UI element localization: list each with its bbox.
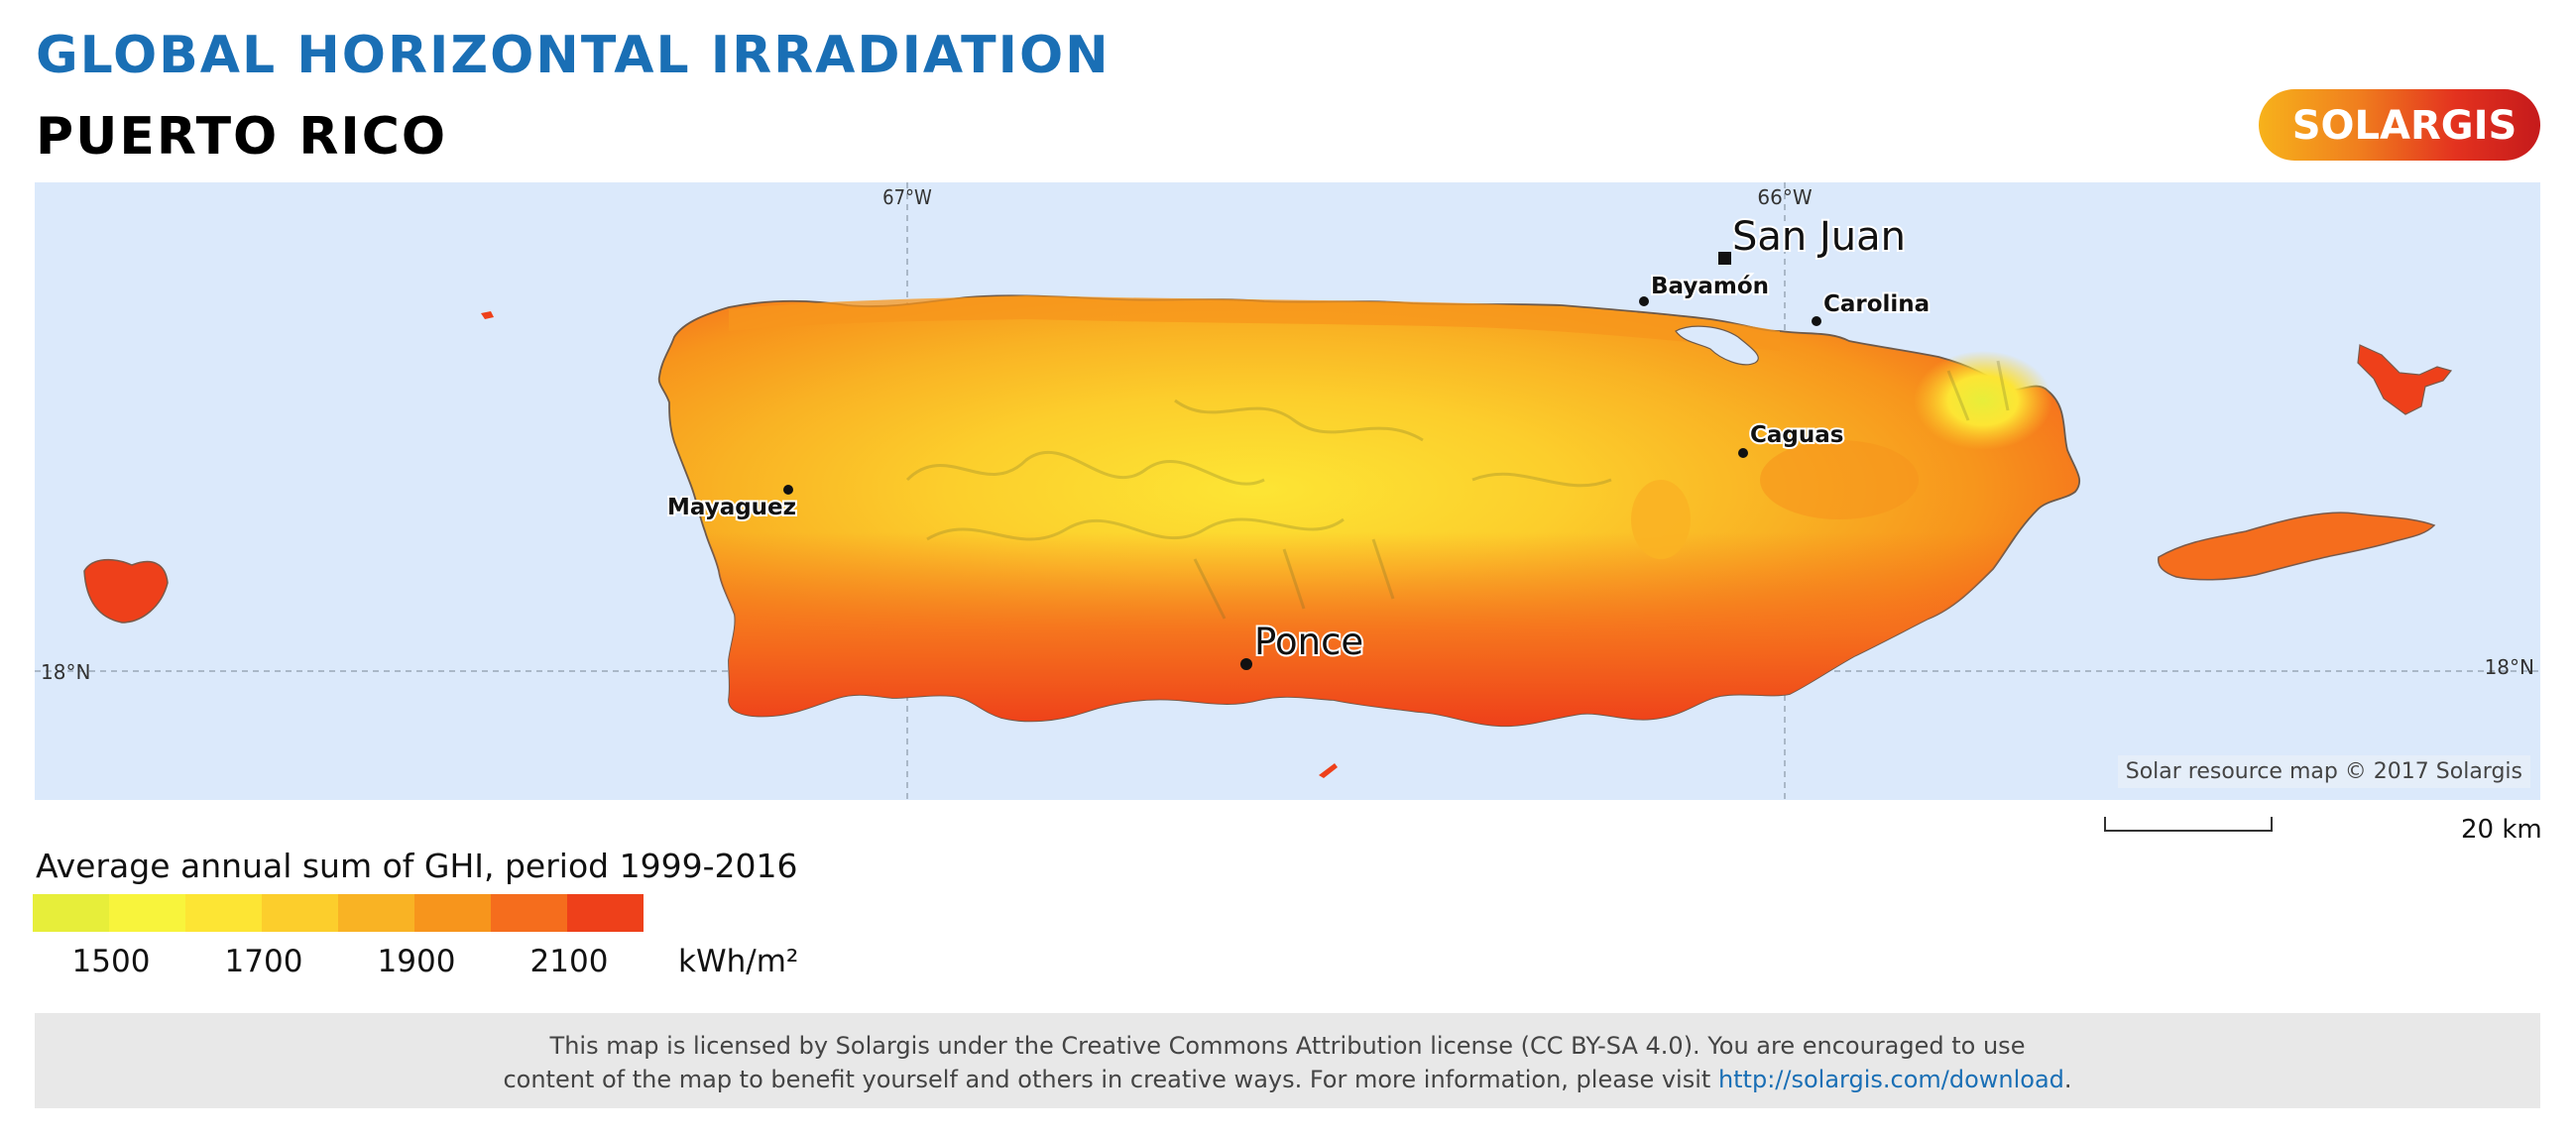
- legend-swatch: [414, 894, 491, 932]
- map-credit: Solar resource map © 2017 Solargis: [2117, 755, 2530, 788]
- city-marker-ponce: [1240, 658, 1252, 670]
- city-label-ponce: Ponce: [1254, 621, 1363, 663]
- license-text: content of the map to benefit yourself a…: [503, 1066, 1711, 1093]
- city-marker-carolina: [1812, 316, 1821, 326]
- legend-swatch: [338, 894, 414, 932]
- legend-tick-1700: 1700: [224, 944, 303, 979]
- mona-island: [83, 558, 169, 624]
- license-period: .: [2063, 1066, 2072, 1093]
- parallel-label-right: 18°N: [2485, 655, 2534, 679]
- map-title: GLOBAL HORIZONTAL IRRADIATION: [36, 26, 1111, 85]
- legend-title: Average annual sum of GHI, period 1999-2…: [36, 847, 798, 885]
- city-marker-caguas: [1738, 448, 1748, 458]
- legend-tick-1900: 1900: [377, 944, 456, 979]
- solargis-logo: SOLARGIS: [2259, 89, 2540, 161]
- city-marker-mayaguez: [783, 485, 793, 495]
- license-text-line1: This map is licensed by Solargis under t…: [549, 1032, 2026, 1060]
- city-marker-san-juan: [1718, 252, 1731, 265]
- parallel-label-left: 18°N: [41, 660, 90, 684]
- city-marker-bayamon: [1639, 296, 1649, 306]
- city-label-carolina: Carolina: [1823, 291, 1930, 317]
- download-link[interactable]: http://solargis.com/download: [1718, 1066, 2064, 1093]
- legend-tick-1500: 1500: [71, 944, 151, 979]
- culebra-island: [2357, 344, 2453, 415]
- legend-swatch: [185, 894, 262, 932]
- scale-label: 20 km: [2461, 815, 2542, 845]
- legend-color-bar: [33, 894, 644, 932]
- irradiation-map: 67°W 66°W 18°N 18°N San Juan Bayamón Car…: [35, 182, 2540, 800]
- city-label-san-juan: San Juan: [1732, 214, 1906, 260]
- legend-tick-2100: 2100: [529, 944, 609, 979]
- desecheo-island: [481, 311, 494, 319]
- city-label-mayaguez: Mayaguez: [667, 495, 796, 520]
- meridian-label-67w: 67°W: [882, 185, 932, 209]
- small-island: [1319, 763, 1338, 778]
- license-footer: This map is licensed by Solargis under t…: [35, 1013, 2540, 1108]
- puerto-rico-main-island: [657, 294, 2080, 728]
- vieques-island: [2157, 512, 2436, 581]
- city-label-caguas: Caguas: [1750, 422, 1843, 448]
- city-label-bayamon: Bayamón: [1651, 274, 1769, 299]
- map-subtitle: PUERTO RICO: [36, 107, 448, 167]
- legend-swatch: [33, 894, 109, 932]
- legend-swatch: [491, 894, 567, 932]
- meridian-label-66w: 66°W: [1757, 185, 1812, 209]
- scale-bar: [2104, 817, 2273, 832]
- legend-swatch: [567, 894, 644, 932]
- legend-unit: kWh/m²: [678, 944, 799, 979]
- legend-swatch: [262, 894, 338, 932]
- license-text-line2: content of the map to benefit yourself a…: [35, 1063, 2540, 1096]
- svg-text:SOLARGIS: SOLARGIS: [2292, 103, 2517, 149]
- legend-swatch: [109, 894, 185, 932]
